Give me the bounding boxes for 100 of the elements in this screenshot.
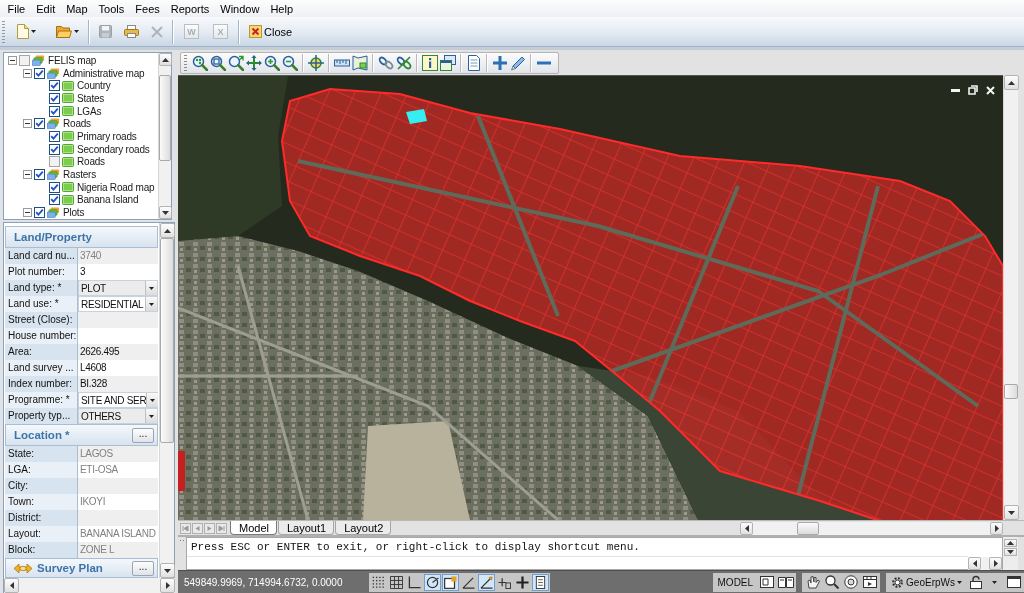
- lock-icon[interactable]: [969, 575, 982, 589]
- framed-square-icon[interactable]: [759, 576, 774, 588]
- collapse-icon[interactable]: [23, 68, 32, 78]
- dropdown-button[interactable]: [145, 409, 157, 423]
- menu-item[interactable]: Edit: [30, 0, 61, 17]
- status-toggle[interactable]: [514, 573, 531, 591]
- scroll-up-button[interactable]: [160, 223, 175, 238]
- map-area-icon[interactable]: [352, 54, 368, 71]
- magnifier-square-icon[interactable]: [210, 54, 226, 71]
- pan-arrows-icon[interactable]: [246, 54, 262, 71]
- dropdown-button[interactable]: [146, 393, 159, 407]
- layer-checkbox[interactable]: [49, 143, 60, 155]
- layer-label[interactable]: Plots: [63, 207, 85, 219]
- magnifier-icon[interactable]: [824, 575, 839, 589]
- layer-checkbox[interactable]: [19, 54, 30, 66]
- layer-label[interactable]: Roads: [63, 118, 91, 130]
- layer-label[interactable]: Banana Island: [77, 194, 139, 206]
- scroll-down-button[interactable]: [160, 563, 175, 578]
- ring-icon[interactable]: [843, 575, 858, 589]
- window-icon[interactable]: [1006, 576, 1021, 588]
- property-value-field[interactable]: [78, 478, 158, 494]
- horizontal-scrollbar[interactable]: [4, 578, 175, 593]
- property-dropdown[interactable]: PLOT: [78, 280, 158, 296]
- more-button[interactable]: ...: [132, 427, 154, 443]
- two-pages-icon[interactable]: [777, 576, 794, 588]
- menu-item[interactable]: File: [2, 0, 31, 17]
- scrollbar-thumb[interactable]: [797, 521, 819, 535]
- property-dropdown[interactable]: SITE AND SER: [78, 392, 158, 408]
- property-dropdown[interactable]: OTHERS: [78, 408, 158, 424]
- dropdown-button[interactable]: [145, 297, 157, 311]
- menu-item[interactable]: Fees: [129, 0, 166, 17]
- link-icon[interactable]: [378, 54, 394, 71]
- pencil-icon[interactable]: [510, 54, 526, 71]
- scroll-right-button[interactable]: [989, 557, 1002, 570]
- zoom-in-icon[interactable]: [264, 54, 280, 71]
- layer-label[interactable]: Rasters: [63, 169, 97, 181]
- collapse-icon[interactable]: [8, 55, 17, 65]
- scrollbar-thumb[interactable]: [1004, 384, 1018, 399]
- layer-label[interactable]: Secondary roads: [77, 143, 150, 155]
- windows-icon[interactable]: [440, 54, 456, 71]
- menu-item[interactable]: Tools: [93, 0, 130, 17]
- layer-label[interactable]: Roads: [77, 156, 105, 168]
- layer-checkbox[interactable]: [49, 92, 60, 104]
- crosshair-icon[interactable]: [308, 54, 324, 71]
- status-toggle[interactable]: [442, 573, 459, 591]
- menu-item[interactable]: Window: [214, 0, 265, 17]
- layer-checkbox[interactable]: [34, 169, 45, 181]
- scroll-left-button[interactable]: [968, 557, 981, 570]
- hand-icon[interactable]: [805, 575, 820, 589]
- layer-checkbox[interactable]: [49, 156, 60, 168]
- info-icon[interactable]: [422, 54, 438, 71]
- layer-label[interactable]: States: [77, 92, 105, 104]
- layer-label[interactable]: FELIS map: [48, 54, 97, 66]
- layer-checkbox[interactable]: [34, 67, 45, 79]
- layer-label[interactable]: LGAs: [77, 105, 102, 117]
- scroll-up-button[interactable]: [159, 53, 172, 66]
- menu-item[interactable]: Map: [60, 0, 94, 17]
- document-icon[interactable]: [466, 54, 482, 71]
- scroll-left-button[interactable]: [4, 578, 19, 593]
- layer-checkbox[interactable]: [49, 80, 60, 92]
- layout-tab[interactable]: Model: [230, 521, 277, 535]
- magnifier-arrow-icon[interactable]: [228, 54, 244, 71]
- layer-checkbox[interactable]: [49, 194, 60, 206]
- scroll-left-button[interactable]: [740, 521, 753, 535]
- close-button[interactable]: Close: [245, 20, 297, 43]
- scroll-right-button[interactable]: [990, 521, 1003, 535]
- layout-tab[interactable]: Layout2: [335, 521, 392, 535]
- layer-label[interactable]: Country: [77, 80, 111, 92]
- vertical-scrollbar[interactable]: [1003, 75, 1018, 520]
- plus-icon[interactable]: [492, 54, 508, 71]
- restore-icon[interactable]: [968, 85, 978, 95]
- property-value-field[interactable]: BI.328: [78, 376, 158, 392]
- status-toggle[interactable]: [532, 573, 549, 591]
- status-toggle[interactable]: [478, 573, 495, 591]
- vertical-scrollbar[interactable]: [158, 53, 171, 219]
- scroll-down-button[interactable]: [159, 206, 172, 219]
- layer-checkbox[interactable]: [49, 181, 60, 193]
- collapse-icon[interactable]: [23, 119, 32, 129]
- collapse-icon[interactable]: [23, 208, 32, 218]
- vertical-scrollbar[interactable]: [1003, 537, 1018, 570]
- layer-checkbox[interactable]: [49, 130, 60, 142]
- minimize-icon[interactable]: [951, 88, 960, 92]
- layer-label[interactable]: Primary roads: [77, 130, 137, 142]
- scrollbar-thumb[interactable]: [160, 238, 174, 443]
- menu-item[interactable]: Help: [264, 0, 299, 17]
- scroll-right-button[interactable]: [160, 578, 175, 593]
- scroll-up-button[interactable]: [1004, 539, 1017, 547]
- horizontal-scrollbar[interactable]: [968, 557, 1002, 570]
- status-toggle[interactable]: [388, 573, 405, 591]
- property-value-field[interactable]: 2626.495: [78, 344, 158, 360]
- horizontal-scrollbar[interactable]: [740, 521, 1003, 535]
- menu-item[interactable]: Reports: [165, 0, 215, 17]
- layer-checkbox[interactable]: [34, 207, 45, 219]
- property-value-field[interactable]: [78, 312, 158, 328]
- layer-checkbox[interactable]: [49, 105, 60, 117]
- scroll-up-button[interactable]: [1004, 75, 1019, 90]
- property-dropdown[interactable]: RESIDENTIAL: [78, 296, 158, 312]
- scroll-down-button[interactable]: [1004, 505, 1019, 520]
- dropdown-button[interactable]: [145, 281, 157, 295]
- layer-label[interactable]: Nigeria Road map: [77, 181, 155, 193]
